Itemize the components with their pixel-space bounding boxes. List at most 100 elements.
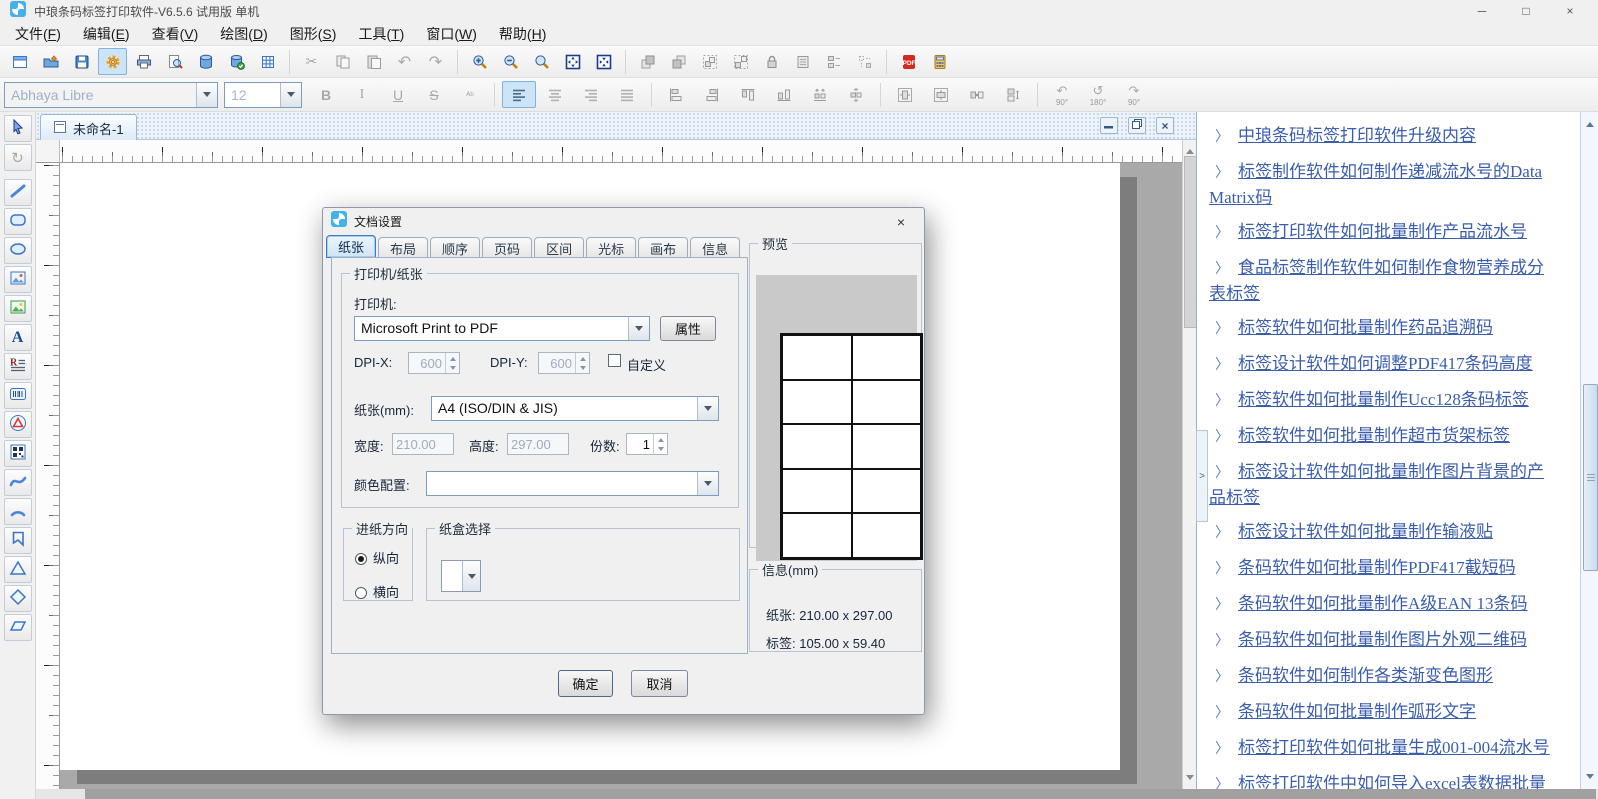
- close-button[interactable]: ×: [1548, 0, 1592, 22]
- arc-tool[interactable]: [4, 498, 32, 525]
- menu-draw[interactable]: 绘图(D): [209, 22, 278, 46]
- dropdown-arrow-icon[interactable]: [628, 317, 649, 340]
- landscape-radio[interactable]: 横向: [355, 582, 412, 602]
- sidebar-link[interactable]: 〉条码软件如何制作各类渐变色图形: [1209, 664, 1552, 690]
- print-preview-button[interactable]: [160, 48, 189, 75]
- menu-window[interactable]: 窗口(W): [415, 22, 488, 46]
- scrollbar-thumb[interactable]: [85, 789, 1596, 799]
- curve-tool[interactable]: [4, 469, 32, 496]
- paper-tray-combo[interactable]: [441, 560, 481, 592]
- document-setup-button[interactable]: [98, 48, 127, 75]
- sidebar-link[interactable]: 〉标签打印软件如何批量生成001-004流水号: [1209, 736, 1552, 762]
- custom-dpi-checkbox[interactable]: [608, 354, 621, 367]
- dropdown-arrow-icon[interactable]: [697, 397, 718, 420]
- sidebar-link[interactable]: 〉食品标签制作软件如何制作食物营养成分表标签: [1209, 256, 1552, 306]
- minimize-document-button[interactable]: [1100, 117, 1118, 134]
- copies-spinner[interactable]: 1: [626, 433, 668, 455]
- tab-order[interactable]: 顺序: [430, 237, 480, 258]
- triangle-tool[interactable]: [4, 556, 32, 583]
- zoom-out-button[interactable]: [496, 48, 525, 75]
- print-button[interactable]: [129, 48, 158, 75]
- menu-file[interactable]: 文件(F): [4, 22, 72, 46]
- barcode-tool[interactable]: [4, 382, 32, 409]
- restore-document-button[interactable]: [1128, 117, 1146, 134]
- sidebar-link[interactable]: 〉中琅条码标签打印软件升级内容: [1209, 124, 1552, 150]
- database-connect-button[interactable]: [222, 48, 251, 75]
- text-tool[interactable]: A: [4, 324, 32, 351]
- rounded-rect-tool[interactable]: [4, 208, 32, 235]
- line-tool[interactable]: [4, 179, 32, 206]
- sidebar-link[interactable]: 〉标签设计软件如何调整PDF417条码高度: [1209, 352, 1552, 378]
- menu-shape[interactable]: 图形(S): [279, 22, 348, 46]
- sidebar-link[interactable]: 〉条码软件如何批量制作图片外观二维码: [1209, 628, 1552, 654]
- color-profile-combo[interactable]: [426, 471, 719, 496]
- sidebar-link[interactable]: 〉标签设计软件如何批量制作输液贴: [1209, 520, 1552, 546]
- grid-settings-button[interactable]: [253, 48, 282, 75]
- sidebar-link[interactable]: 〉标签软件如何批量制作Ucc128条码标签: [1209, 388, 1552, 414]
- database-button[interactable]: [191, 48, 220, 75]
- portrait-radio[interactable]: 纵向: [355, 548, 412, 568]
- qrcode-tool[interactable]: [4, 440, 32, 467]
- dialog-close-button[interactable]: ×: [886, 212, 916, 232]
- sidebar-link[interactable]: 〉标签设计软件如何批量制作图片背景的产品标签: [1209, 460, 1552, 510]
- scroll-up-icon[interactable]: [1186, 145, 1194, 154]
- sidebar-link[interactable]: 〉标签打印软件中如何导入excel表数据批量打印位图图片: [1209, 772, 1552, 789]
- paper-size-combo[interactable]: A4 (ISO/DIN & JIS): [431, 396, 719, 421]
- scroll-up-icon[interactable]: [1586, 118, 1594, 127]
- font-family-combo[interactable]: Abhaya Libre: [4, 82, 218, 108]
- ok-button[interactable]: 确定: [558, 670, 613, 697]
- label-calculator-button[interactable]: [925, 48, 954, 75]
- close-document-button[interactable]: ×: [1156, 117, 1174, 134]
- ellipse-tool[interactable]: [4, 237, 32, 264]
- dropdown-arrow-icon[interactable]: [462, 561, 480, 591]
- save-button[interactable]: [67, 48, 96, 75]
- image-tool[interactable]: [4, 266, 32, 293]
- polygon-tool[interactable]: [4, 527, 32, 554]
- document-tab[interactable]: 未命名-1: [40, 114, 137, 141]
- menu-tools[interactable]: 工具(T): [347, 22, 415, 46]
- tab-layout[interactable]: 布局: [378, 237, 428, 258]
- tab-canvas[interactable]: 画布: [638, 237, 688, 258]
- tab-range[interactable]: 区间: [534, 237, 584, 258]
- sidebar-link[interactable]: 〉标签软件如何批量制作药品追溯码: [1209, 316, 1552, 342]
- cancel-button[interactable]: 取消: [631, 670, 688, 697]
- printer-properties-button[interactable]: 属性: [660, 316, 716, 341]
- dropdown-arrow-icon[interactable]: [697, 472, 718, 495]
- new-document-button[interactable]: [5, 48, 34, 75]
- menu-edit[interactable]: 编辑(E): [72, 22, 141, 46]
- horizontal-scrollbar[interactable]: [36, 789, 1598, 799]
- menu-help[interactable]: 帮助(H): [488, 22, 557, 46]
- sidebar-collapse-handle[interactable]: >: [1196, 430, 1208, 522]
- scroll-down-icon[interactable]: [1586, 774, 1594, 783]
- sidebar-link[interactable]: 〉条码软件如何批量制作A级EAN 13条码: [1209, 592, 1552, 618]
- minimize-button[interactable]: ─: [1460, 0, 1504, 22]
- fit-expand-button[interactable]: [558, 48, 587, 75]
- tab-info[interactable]: 信息: [690, 237, 740, 258]
- sidebar-link[interactable]: 〉条码软件如何批量制作弧形文字: [1209, 700, 1552, 726]
- sidebar-link[interactable]: 〉标签制作软件如何制作递减流水号的Data Matrix码: [1209, 160, 1552, 210]
- zoom-in-button[interactable]: [465, 48, 494, 75]
- dropdown-arrow-icon[interactable]: [196, 83, 217, 107]
- picture-tool[interactable]: [4, 295, 32, 322]
- logo-tool[interactable]: [4, 411, 32, 438]
- select-tool[interactable]: [4, 115, 32, 142]
- sidebar-link[interactable]: 〉标签打印软件如何批量制作产品流水号: [1209, 220, 1552, 246]
- sidebar-link[interactable]: 〉标签软件如何批量制作超市货架标签: [1209, 424, 1552, 450]
- open-file-button[interactable]: [36, 48, 65, 75]
- sidebar-vscrollbar[interactable]: [1580, 112, 1598, 789]
- parallelogram-tool[interactable]: [4, 614, 32, 641]
- dropdown-arrow-icon[interactable]: [280, 83, 301, 107]
- maximize-button[interactable]: □: [1504, 0, 1548, 22]
- sidebar-link[interactable]: 〉条码软件如何批量制作PDF417截短码: [1209, 556, 1552, 582]
- rich-text-tool[interactable]: R: [4, 353, 32, 380]
- align-left-button[interactable]: [502, 81, 536, 108]
- zoom-button[interactable]: [527, 48, 556, 75]
- export-pdf-button[interactable]: PDF: [894, 48, 923, 75]
- document-vscrollbar[interactable]: [1182, 140, 1196, 789]
- printer-combo[interactable]: Microsoft Print to PDF: [354, 316, 650, 341]
- tab-cursor[interactable]: 光标: [586, 237, 636, 258]
- menu-view[interactable]: 查看(V): [141, 22, 210, 46]
- tab-pagenum[interactable]: 页码: [482, 237, 532, 258]
- fit-shrink-button[interactable]: [589, 48, 618, 75]
- scroll-down-icon[interactable]: [1186, 775, 1194, 784]
